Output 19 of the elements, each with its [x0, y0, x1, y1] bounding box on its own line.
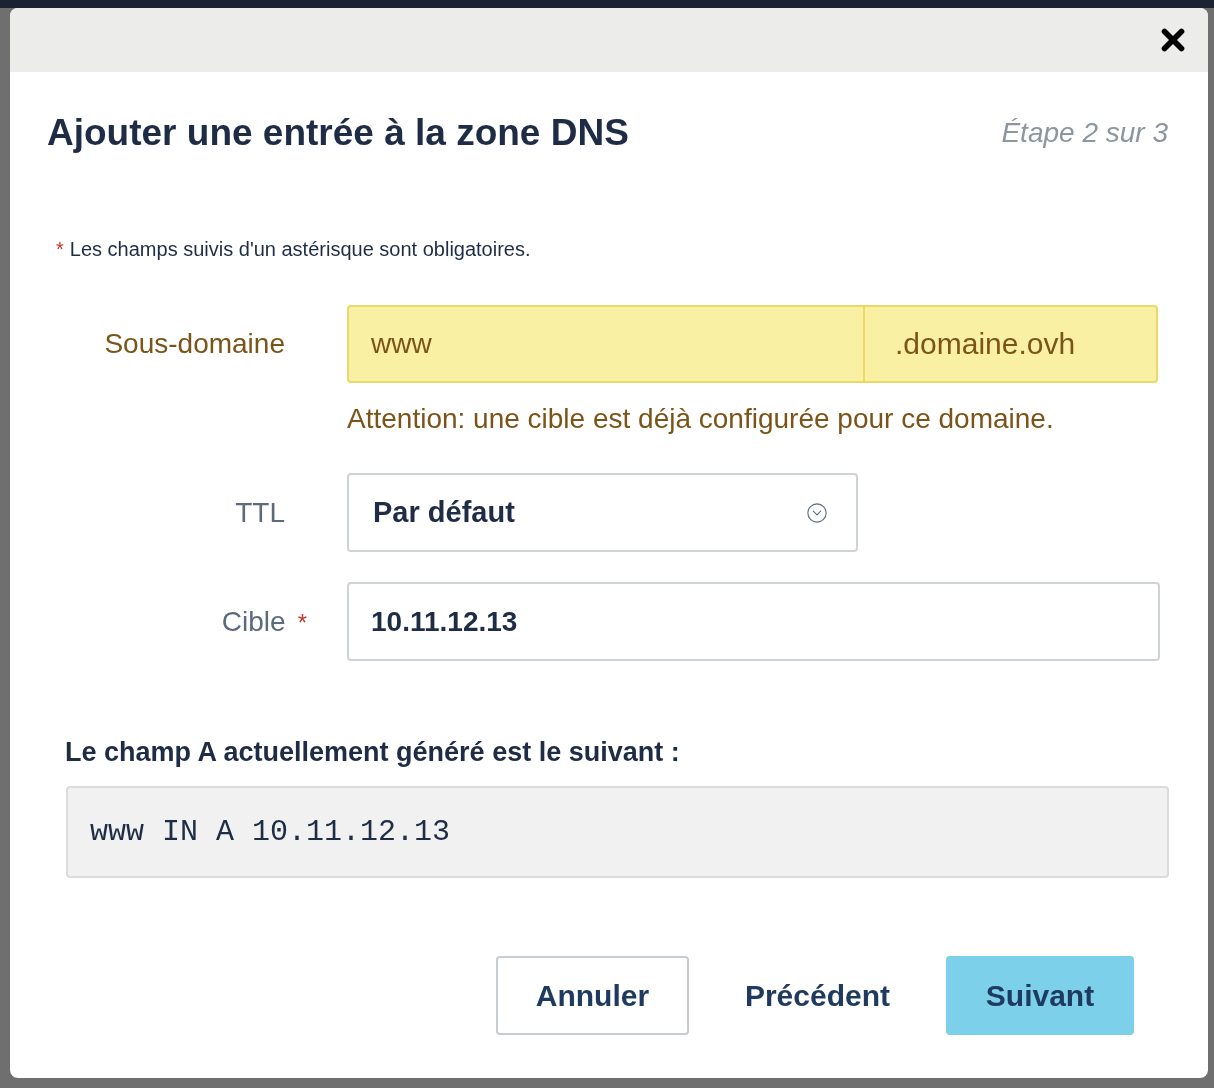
- chevron-down-icon: [806, 501, 828, 524]
- field-label: Sous-domaine: [104, 328, 285, 360]
- field-label: TTL: [235, 496, 285, 529]
- domain-suffix: .domaine.ovh: [863, 307, 1156, 381]
- preview-heading: Le champ A actuellement généré est le suivant :: [65, 737, 681, 768]
- required-note: Les champs suivis d'un astérisque sont obligatoires.: [69, 238, 531, 261]
- dialog-title: Ajouter une entrée à la zone DNS: [47, 112, 629, 154]
- subdomain-field[interactable]: www .domaine.ovh: [347, 305, 1158, 383]
- required-mark: *: [297, 608, 307, 637]
- previous-link[interactable]: Précédent: [744, 956, 890, 1035]
- record-preview: www IN A 10.11.12.13: [66, 786, 1169, 878]
- field-label: Cible: [221, 605, 286, 638]
- cancel-button[interactable]: Annuler: [495, 956, 689, 1035]
- target-input[interactable]: 10.11.12.13: [347, 582, 1160, 661]
- step-indicator: Étape 2 sur 3: [1001, 117, 1168, 149]
- required-mark: *: [56, 238, 64, 261]
- warning-message: Attention: une cible est déjà configurée pour ce domaine.: [347, 403, 1055, 435]
- next-button[interactable]: Suivant: [946, 956, 1134, 1035]
- ttl-select[interactable]: Par défaut: [347, 473, 858, 552]
